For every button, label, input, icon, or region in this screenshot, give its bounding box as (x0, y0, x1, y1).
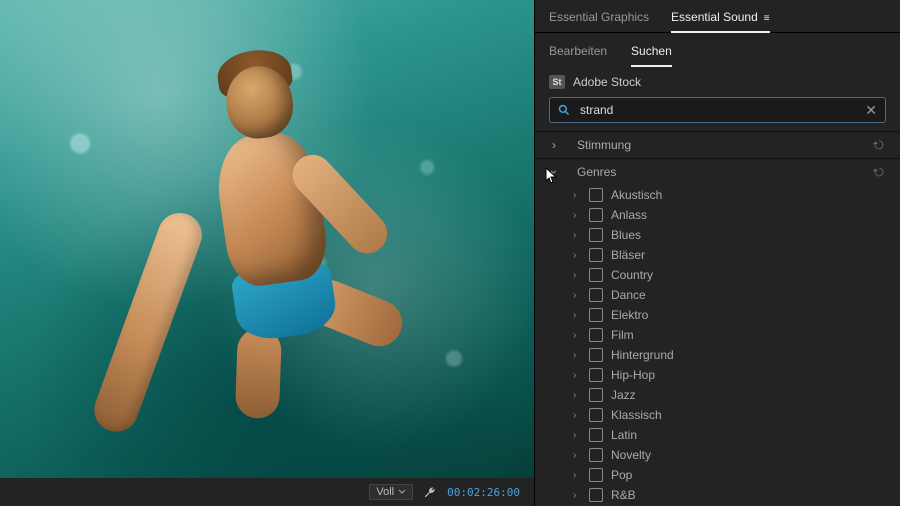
monitor-controls: Voll 00:02:26:00 (0, 478, 534, 506)
chevron-right-icon: › (573, 270, 581, 281)
chevron-right-icon: › (573, 490, 581, 501)
stock-badge: St (549, 75, 565, 89)
genre-row[interactable]: › Latin (573, 425, 900, 445)
genre-label: Dance (611, 288, 646, 302)
genre-label: Novelty (611, 448, 651, 462)
cursor-icon (545, 167, 559, 185)
chevron-right-icon: › (573, 350, 581, 361)
genre-label: Blues (611, 228, 641, 242)
timecode[interactable]: 00:02:26:00 (447, 486, 520, 499)
genre-row[interactable]: › Bläser (573, 245, 900, 265)
tab-essential-sound[interactable]: Essential Sound≡ (671, 6, 770, 32)
genre-checkbox[interactable] (589, 388, 603, 402)
genre-checkbox[interactable] (589, 228, 603, 242)
genre-checkbox[interactable] (589, 468, 603, 482)
genre-checkbox[interactable] (589, 408, 603, 422)
genre-checkbox[interactable] (589, 348, 603, 362)
chevron-right-icon: › (573, 450, 581, 461)
genre-label: Country (611, 268, 653, 282)
chevron-right-icon: › (573, 410, 581, 421)
genre-label: Latin (611, 428, 637, 442)
genre-label: R&B (611, 488, 636, 502)
genre-row[interactable]: › Pop (573, 465, 900, 485)
genre-row[interactable]: › Elektro (573, 305, 900, 325)
genre-label: Jazz (611, 388, 636, 402)
genre-row[interactable]: › Film (573, 325, 900, 345)
video-preview[interactable] (0, 0, 534, 478)
genre-label: Elektro (611, 308, 648, 322)
chevron-right-icon: › (573, 210, 581, 221)
subtab-search[interactable]: Suchen (631, 41, 672, 67)
genre-label: Hintergrund (611, 348, 674, 362)
search-input[interactable] (578, 102, 857, 118)
chevron-down-icon (398, 488, 406, 496)
genre-label: Akustisch (611, 188, 662, 202)
genre-row[interactable]: › Klassisch (573, 405, 900, 425)
tab-essential-graphics[interactable]: Essential Graphics (549, 6, 649, 32)
genre-checkbox[interactable] (589, 368, 603, 382)
chevron-right-icon: › (549, 138, 559, 152)
genre-row[interactable]: › Dance (573, 285, 900, 305)
genre-row[interactable]: › Akustisch (573, 185, 900, 205)
genre-row[interactable]: › Jazz (573, 385, 900, 405)
stock-source-row[interactable]: St Adobe Stock (535, 67, 900, 97)
genre-checkbox[interactable] (589, 328, 603, 342)
chevron-right-icon: › (573, 230, 581, 241)
category-genres[interactable]: › Genres (535, 158, 900, 185)
category-mood-label: Stimmung (577, 138, 872, 152)
essential-sound-panel: Essential Graphics Essential Sound≡ Bear… (534, 0, 900, 506)
genre-label: Pop (611, 468, 632, 482)
subtab-edit[interactable]: Bearbeiten (549, 41, 607, 67)
chevron-right-icon: › (573, 310, 581, 321)
genre-checkbox[interactable] (589, 288, 603, 302)
zoom-label: Voll (376, 486, 394, 498)
genre-checkbox[interactable] (589, 208, 603, 222)
genre-row[interactable]: › Hip-Hop (573, 365, 900, 385)
genre-checkbox[interactable] (589, 488, 603, 502)
genre-label: Bläser (611, 248, 645, 262)
genre-row[interactable]: › Anlass (573, 205, 900, 225)
genre-row[interactable]: › Country (573, 265, 900, 285)
category-mood[interactable]: › Stimmung (535, 131, 900, 158)
stock-label: Adobe Stock (573, 75, 641, 89)
reset-icon[interactable] (872, 165, 886, 179)
chevron-right-icon: › (573, 370, 581, 381)
genre-checkbox[interactable] (589, 308, 603, 322)
genre-checkbox[interactable] (589, 268, 603, 282)
genre-checkbox[interactable] (589, 248, 603, 262)
genre-label: Anlass (611, 208, 647, 222)
wrench-icon[interactable] (423, 485, 437, 499)
panel-menu-icon[interactable]: ≡ (764, 13, 770, 24)
search-box[interactable]: ✕ (549, 97, 886, 123)
genre-label: Hip-Hop (611, 368, 655, 382)
reset-icon[interactable] (872, 138, 886, 152)
genre-row[interactable]: › Novelty (573, 445, 900, 465)
genre-row[interactable]: › R&B (573, 485, 900, 505)
search-icon (558, 104, 570, 116)
chevron-right-icon: › (573, 330, 581, 341)
chevron-right-icon: › (573, 250, 581, 261)
clear-search-icon[interactable]: ✕ (865, 103, 877, 117)
genre-checkbox[interactable] (589, 428, 603, 442)
genre-row[interactable]: › Blues (573, 225, 900, 245)
genre-label: Klassisch (611, 408, 662, 422)
genre-label: Film (611, 328, 634, 342)
chevron-right-icon: › (573, 390, 581, 401)
chevron-right-icon: › (573, 290, 581, 301)
category-genres-label: Genres (577, 165, 872, 179)
program-monitor: Voll 00:02:26:00 (0, 0, 534, 506)
genre-checkbox[interactable] (589, 448, 603, 462)
genre-row[interactable]: › Hintergrund (573, 345, 900, 365)
genre-checkbox[interactable] (589, 188, 603, 202)
genres-list: › Akustisch › Anlass › Blues › Bläser › Country › D… (535, 185, 900, 506)
chevron-right-icon: › (573, 470, 581, 481)
chevron-right-icon: › (573, 190, 581, 201)
zoom-dropdown[interactable]: Voll (369, 484, 413, 500)
chevron-right-icon: › (573, 430, 581, 441)
